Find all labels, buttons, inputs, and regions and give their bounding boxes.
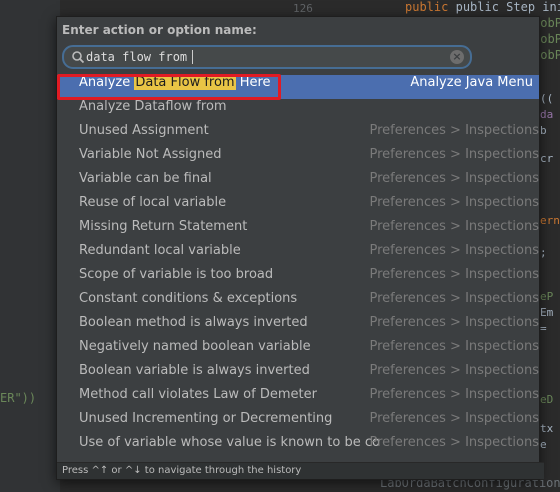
result-item-group: Preferences > Inspections xyxy=(369,315,539,330)
result-item[interactable]: Analyze Dataflow from xyxy=(57,99,539,123)
code-line: ER")) xyxy=(0,391,37,405)
search-input[interactable] xyxy=(86,48,436,66)
result-item-label: Variable Not Assigned xyxy=(79,147,222,162)
result-item[interactable]: Unused Assignment Preferences > Inspectio… xyxy=(57,123,539,147)
result-item-group: Preferences > Inspections xyxy=(369,243,539,258)
result-item-label: Redundant local variable xyxy=(79,243,241,258)
results-list: Analyze Data Flow from Here Analyze Java… xyxy=(57,74,539,459)
code-fragment: ern xyxy=(540,214,560,227)
result-item-label: Use of variable whose value is known to … xyxy=(79,435,379,450)
code-fragment: eP xyxy=(540,290,554,303)
result-item-label: Unused Assignment xyxy=(79,123,209,138)
result-item-group: Preferences > Inspections xyxy=(369,363,539,378)
code-fragment: b xyxy=(540,124,547,137)
result-item[interactable]: Unused Incrementing or Decrementing Prefe… xyxy=(57,411,539,435)
code-fragment: = xyxy=(540,322,547,335)
result-item-group: Preferences > Inspections xyxy=(369,147,539,162)
result-item-group: Analyze Java Menu xyxy=(410,75,533,90)
find-action-popup: Enter action or option name: × Analyze D… xyxy=(56,16,544,480)
result-item[interactable]: Variable can be final Preferences > Inspe… xyxy=(57,171,539,195)
result-item[interactable]: Redundant local variable Preferences > In… xyxy=(57,243,539,267)
popup-title: Enter action or option name: xyxy=(62,23,257,37)
result-item-label: Analyze Data Flow from Here xyxy=(79,75,379,90)
result-item-label: Analyze Dataflow from xyxy=(79,99,227,114)
editor-right-strip: (( da b cr ern ; eP Em = eD tx e xyxy=(538,0,560,492)
result-item-group: Preferences > Inspections xyxy=(369,411,539,426)
search-field[interactable]: × xyxy=(62,45,472,69)
result-item[interactable]: Variable Not Assigned Preferences > Inspe… xyxy=(57,147,539,171)
result-item[interactable]: Constant conditions & exceptions Preferen… xyxy=(57,291,539,315)
result-item-group: Preferences > Inspections xyxy=(369,291,539,306)
code-fragment: e xyxy=(540,438,547,451)
result-item-group: Preferences > Inspections xyxy=(369,387,539,402)
match-highlight: Data Flow from xyxy=(134,75,236,90)
text-caret xyxy=(192,50,193,64)
result-item-label: Boolean variable is always inverted xyxy=(79,363,310,378)
result-item[interactable]: Negatively named boolean variable Prefere… xyxy=(57,339,539,363)
result-item-group: Preferences > Inspections xyxy=(369,339,539,354)
result-item[interactable]: Scope of variable is too broad Preference… xyxy=(57,267,539,291)
result-item[interactable]: Reuse of local variable Preferences > Ins… xyxy=(57,195,539,219)
result-item-group: Preferences > Inspections xyxy=(369,123,539,138)
label-suffix: Here xyxy=(235,75,271,90)
result-item-label: Reuse of local variable xyxy=(79,195,227,210)
result-item-label: Constant conditions & exceptions xyxy=(79,291,298,306)
editor-gutter xyxy=(0,0,60,492)
clear-icon[interactable]: × xyxy=(450,50,464,64)
line-number: 126 xyxy=(293,2,313,15)
code-line: public public Step initStep( xyxy=(405,0,560,14)
result-item-group: Preferences > Inspections xyxy=(369,435,539,450)
code-fragment: tx xyxy=(540,422,554,435)
code-fragment: cr xyxy=(540,152,554,165)
result-item[interactable]: Missing Return Statement Preferences > In… xyxy=(57,219,539,243)
result-item[interactable]: Boolean method is always inverted Prefere… xyxy=(57,315,539,339)
result-item-group: Preferences > Inspections xyxy=(369,171,539,186)
result-item[interactable]: Boolean variable is always inverted Prefe… xyxy=(57,363,539,387)
result-item-selected[interactable]: Analyze Data Flow from Here Analyze Java… xyxy=(57,74,539,100)
result-item[interactable]: Use of variable whose value is known to … xyxy=(57,435,539,459)
popup-footer-hint: Press ^↑ or ^↓ to navigate through the h… xyxy=(57,462,544,479)
result-item-label: Missing Return Statement xyxy=(79,219,248,234)
search-icon xyxy=(72,51,85,64)
result-item-group: Preferences > Inspections xyxy=(369,195,539,210)
code-fragment: eD xyxy=(540,393,554,406)
code-fragment: (( xyxy=(540,92,554,105)
code-fragment: Em xyxy=(540,306,554,319)
result-item[interactable]: Method call violates Law of Demeter Prefe… xyxy=(57,387,539,411)
code-fragment: da xyxy=(540,108,554,121)
result-item-label: Variable can be final xyxy=(79,171,212,186)
result-item-label: Unused Incrementing or Decrementing xyxy=(79,411,333,426)
code-fragment: ; xyxy=(540,246,547,259)
label-prefix: Analyze xyxy=(79,75,135,90)
result-item-group: Preferences > Inspections xyxy=(369,267,539,282)
result-item-label: Method call violates Law of Demeter xyxy=(79,387,317,402)
result-item-group: Preferences > Inspections xyxy=(369,219,539,234)
result-item-label: Boolean method is always inverted xyxy=(79,315,308,330)
result-item-label: Scope of variable is too broad xyxy=(79,267,274,282)
result-item-label: Negatively named boolean variable xyxy=(79,339,311,354)
